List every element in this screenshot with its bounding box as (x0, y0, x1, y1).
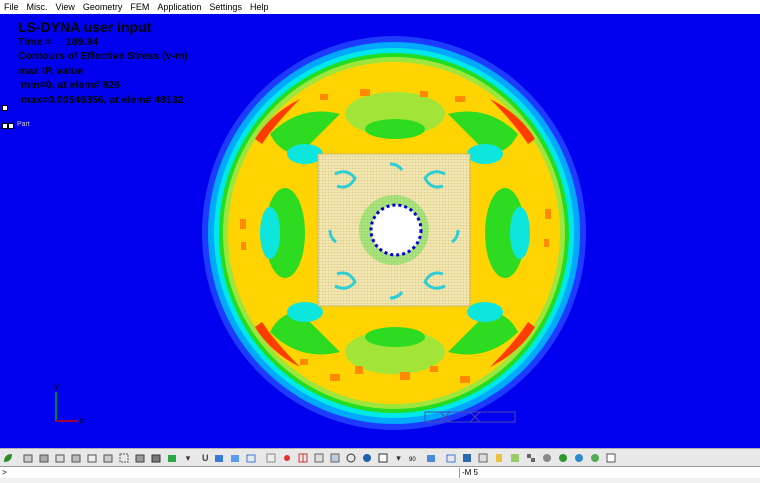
sphere-icon[interactable] (360, 451, 374, 465)
mesh-view-icon[interactable] (117, 451, 131, 465)
cube-view-icon[interactable] (149, 451, 163, 465)
window-icon[interactable] (604, 451, 618, 465)
leaf-icon[interactable] (556, 451, 570, 465)
cube-view-icon[interactable] (69, 451, 83, 465)
palette-icon[interactable] (588, 451, 602, 465)
part-legend: Part (2, 98, 30, 134)
u-button[interactable]: U (200, 453, 211, 463)
part-marker-icon[interactable] (8, 123, 14, 129)
gear-icon[interactable] (540, 451, 554, 465)
axis-label-y: Y (54, 383, 60, 392)
leaf-icon[interactable] (1, 451, 15, 465)
menu-fem[interactable]: FEM (126, 0, 153, 14)
blue-cube-icon[interactable] (212, 451, 226, 465)
axis-triad: Y X (54, 383, 85, 426)
bottom-toolbar: ▾ U ▾ 90 (0, 448, 760, 467)
overlay-max: max=0.00546356, at elem# 48132 (18, 93, 184, 106)
tag-icon[interactable] (492, 451, 506, 465)
axis-label-x: X (79, 417, 85, 426)
menu-geometry[interactable]: Geometry (79, 0, 127, 14)
command-mode-label: -M 5 (459, 468, 478, 478)
menu-misc[interactable]: Misc. (23, 0, 52, 14)
rotate-icon[interactable] (344, 451, 358, 465)
menu-help[interactable]: Help (246, 0, 273, 14)
overlay-max-ip: max IP. value (18, 64, 84, 77)
cube-view-icon[interactable] (101, 451, 115, 465)
blue-cube-icon[interactable] (228, 451, 242, 465)
globe-icon[interactable] (572, 451, 586, 465)
layers-icon[interactable] (508, 451, 522, 465)
command-input[interactable] (0, 468, 459, 478)
cube-view-icon[interactable] (53, 451, 67, 465)
box-icon[interactable] (312, 451, 326, 465)
table-icon[interactable] (476, 451, 490, 465)
center-hole (369, 203, 423, 257)
part-legend-label: Part (17, 121, 30, 129)
crosshair-icon[interactable] (296, 451, 310, 465)
node-icon[interactable] (280, 451, 294, 465)
cube-view-icon[interactable] (133, 451, 147, 465)
analysis-info-overlay: LS-DYNA user input Time = 189.94 Contour… (18, 20, 188, 107)
window-icon[interactable] (376, 451, 390, 465)
status-bar (0, 478, 760, 483)
grid-icon[interactable] (264, 451, 278, 465)
overlay-time: Time = 189.94 (18, 35, 99, 48)
cube-view-icon[interactable] (21, 451, 35, 465)
menu-bar: File Misc. View Geometry FEM Application… (0, 0, 760, 14)
mirror-icon[interactable] (424, 451, 438, 465)
box-icon[interactable] (328, 451, 342, 465)
menu-settings[interactable]: Settings (205, 0, 246, 14)
menu-view[interactable]: View (52, 0, 79, 14)
rotate-90-icon[interactable]: 90 (408, 451, 422, 465)
dropdown-arrow-icon[interactable]: ▾ (181, 451, 195, 465)
wire-cube-icon[interactable] (244, 451, 258, 465)
cube-outline-icon[interactable] (444, 451, 458, 465)
menu-application[interactable]: Application (153, 0, 205, 14)
cube-view-icon[interactable] (85, 451, 99, 465)
color-cube-icon[interactable] (165, 451, 179, 465)
cube-view-icon[interactable] (37, 451, 51, 465)
overlay-title: LS-DYNA user input (18, 19, 152, 35)
svg-text:90: 90 (409, 457, 416, 463)
checker-icon[interactable] (524, 451, 538, 465)
graphics-viewport[interactable]: Y X LS-DYNA user input Time = 189.94 Con… (0, 14, 760, 448)
chart-icon[interactable] (460, 451, 474, 465)
overlay-contours: Contours of Effective Stress (v-m) (18, 50, 188, 62)
menu-file[interactable]: File (0, 0, 23, 14)
part-marker-icon[interactable] (2, 105, 8, 111)
overlay-min: min=0, at elem# 826 (18, 79, 120, 91)
dropdown-arrow-icon[interactable]: ▾ (392, 451, 406, 465)
